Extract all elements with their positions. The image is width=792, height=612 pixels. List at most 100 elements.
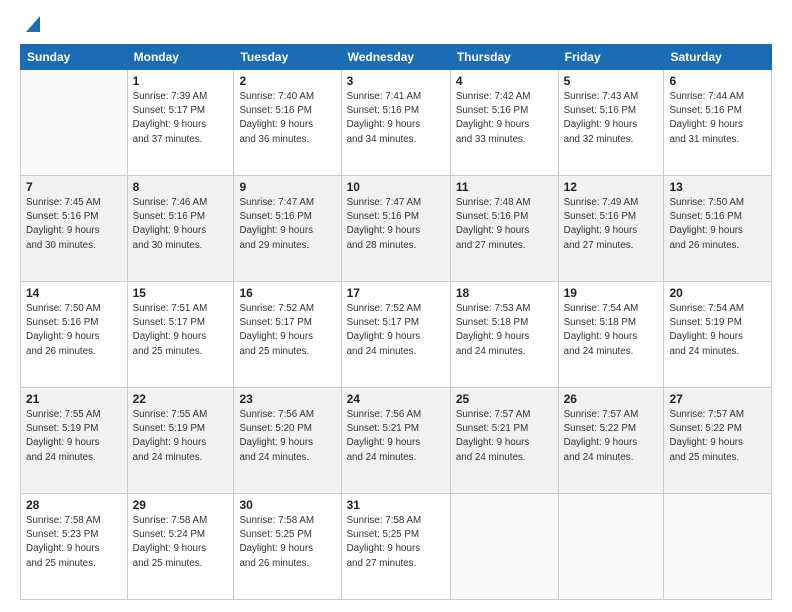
day-detail: Sunrise: 7:56 AMSunset: 5:20 PMDaylight:… xyxy=(239,408,335,465)
day-number: 13 xyxy=(669,180,766,194)
page: SundayMondayTuesdayWednesdayThursdayFrid… xyxy=(0,0,792,612)
week-row-2: 7 Sunrise: 7:45 AMSunset: 5:16 PMDaylight… xyxy=(21,176,772,282)
calendar-table: SundayMondayTuesdayWednesdayThursdayFrid… xyxy=(20,44,772,600)
calendar-cell: 15Sunrise: 7:51 AMSunset: 5:17 PMDayligh… xyxy=(127,282,234,388)
day-number: 10 xyxy=(347,180,445,194)
logo-triangle-icon xyxy=(22,16,40,34)
calendar-cell: 28 Sunrise: 7:58 AMSunset: 5:23 PMDayligh… xyxy=(21,494,128,600)
col-header-wednesday: Wednesday xyxy=(341,45,450,70)
day-detail: Sunrise: 7:57 AMSunset: 5:22 PMDaylight:… xyxy=(564,408,659,465)
day-number: 7 xyxy=(26,180,122,194)
day-detail: Sunrise: 7:55 AMSunset: 5:19 PMDaylight:… xyxy=(26,408,122,465)
day-detail: Sunrise: 7:47 AMSunset: 5:16 PMDaylight:… xyxy=(239,196,335,253)
day-number: 19 xyxy=(564,286,659,300)
day-number: 27 xyxy=(669,392,766,406)
calendar-header-row: SundayMondayTuesdayWednesdayThursdayFrid… xyxy=(21,45,772,70)
calendar-cell: 19 Sunrise: 7:54 AMSunset: 5:18 PMDayligh… xyxy=(558,282,664,388)
calendar-cell: 8Sunrise: 7:46 AMSunset: 5:16 PMDaylight… xyxy=(127,176,234,282)
day-detail: Sunrise: 7:52 AMSunset: 5:17 PMDaylight:… xyxy=(347,302,445,359)
col-header-sunday: Sunday xyxy=(21,45,128,70)
calendar-cell: 22Sunrise: 7:55 AMSunset: 5:19 PMDayligh… xyxy=(127,388,234,494)
calendar-cell: 6 Sunrise: 7:44 AMSunset: 5:16 PMDaylight… xyxy=(664,70,772,176)
day-detail: Sunrise: 7:49 AMSunset: 5:16 PMDaylight:… xyxy=(564,196,659,253)
calendar-cell xyxy=(664,494,772,600)
col-header-friday: Friday xyxy=(558,45,664,70)
day-detail: Sunrise: 7:50 AMSunset: 5:16 PMDaylight:… xyxy=(26,302,122,359)
calendar-cell: 21 Sunrise: 7:55 AMSunset: 5:19 PMDayligh… xyxy=(21,388,128,494)
calendar-cell: 20 Sunrise: 7:54 AMSunset: 5:19 PMDayligh… xyxy=(664,282,772,388)
calendar-cell: 29Sunrise: 7:58 AMSunset: 5:24 PMDayligh… xyxy=(127,494,234,600)
calendar-cell: 16 Sunrise: 7:52 AMSunset: 5:17 PMDayligh… xyxy=(234,282,341,388)
day-detail: Sunrise: 7:51 AMSunset: 5:17 PMDaylight:… xyxy=(133,302,229,359)
day-detail: Sunrise: 7:56 AMSunset: 5:21 PMDaylight:… xyxy=(347,408,445,465)
day-detail: Sunrise: 7:52 AMSunset: 5:17 PMDaylight:… xyxy=(239,302,335,359)
day-detail: Sunrise: 7:58 AMSunset: 5:25 PMDaylight:… xyxy=(239,514,335,571)
day-number: 20 xyxy=(669,286,766,300)
day-detail: Sunrise: 7:40 AMSunset: 5:16 PMDaylight:… xyxy=(239,90,335,147)
header xyxy=(20,18,772,34)
day-number: 4 xyxy=(456,74,553,88)
day-number: 9 xyxy=(239,180,335,194)
day-detail: Sunrise: 7:43 AMSunset: 5:16 PMDaylight:… xyxy=(564,90,659,147)
day-detail: Sunrise: 7:57 AMSunset: 5:22 PMDaylight:… xyxy=(669,408,766,465)
calendar-cell: 14 Sunrise: 7:50 AMSunset: 5:16 PMDayligh… xyxy=(21,282,128,388)
day-number: 24 xyxy=(347,392,445,406)
day-number: 23 xyxy=(239,392,335,406)
week-row-3: 14 Sunrise: 7:50 AMSunset: 5:16 PMDayligh… xyxy=(21,282,772,388)
day-number: 2 xyxy=(239,74,335,88)
week-row-4: 21 Sunrise: 7:55 AMSunset: 5:19 PMDayligh… xyxy=(21,388,772,494)
calendar-cell: 23 Sunrise: 7:56 AMSunset: 5:20 PMDayligh… xyxy=(234,388,341,494)
week-row-5: 28 Sunrise: 7:58 AMSunset: 5:23 PMDayligh… xyxy=(21,494,772,600)
col-header-tuesday: Tuesday xyxy=(234,45,341,70)
day-detail: Sunrise: 7:45 AMSunset: 5:16 PMDaylight:… xyxy=(26,196,122,253)
day-detail: Sunrise: 7:58 AMSunset: 5:23 PMDaylight:… xyxy=(26,514,122,571)
day-detail: Sunrise: 7:44 AMSunset: 5:16 PMDaylight:… xyxy=(669,90,766,147)
day-number: 21 xyxy=(26,392,122,406)
day-detail: Sunrise: 7:58 AMSunset: 5:25 PMDaylight:… xyxy=(347,514,445,571)
day-number: 3 xyxy=(347,74,445,88)
day-detail: Sunrise: 7:57 AMSunset: 5:21 PMDaylight:… xyxy=(456,408,553,465)
day-number: 25 xyxy=(456,392,553,406)
week-row-1: 1Sunrise: 7:39 AMSunset: 5:17 PMDaylight… xyxy=(21,70,772,176)
day-detail: Sunrise: 7:55 AMSunset: 5:19 PMDaylight:… xyxy=(133,408,229,465)
calendar-cell: 5 Sunrise: 7:43 AMSunset: 5:16 PMDaylight… xyxy=(558,70,664,176)
calendar-cell: 12Sunrise: 7:49 AMSunset: 5:16 PMDayligh… xyxy=(558,176,664,282)
calendar-cell: 30 Sunrise: 7:58 AMSunset: 5:25 PMDayligh… xyxy=(234,494,341,600)
day-number: 8 xyxy=(133,180,229,194)
day-detail: Sunrise: 7:42 AMSunset: 5:16 PMDaylight:… xyxy=(456,90,553,147)
day-detail: Sunrise: 7:39 AMSunset: 5:17 PMDaylight:… xyxy=(133,90,229,147)
day-detail: Sunrise: 7:53 AMSunset: 5:18 PMDaylight:… xyxy=(456,302,553,359)
day-number: 16 xyxy=(239,286,335,300)
calendar-cell: 31Sunrise: 7:58 AMSunset: 5:25 PMDayligh… xyxy=(341,494,450,600)
day-detail: Sunrise: 7:54 AMSunset: 5:19 PMDaylight:… xyxy=(669,302,766,359)
calendar-cell: 25 Sunrise: 7:57 AMSunset: 5:21 PMDayligh… xyxy=(450,388,558,494)
calendar-cell: 13 Sunrise: 7:50 AMSunset: 5:16 PMDayligh… xyxy=(664,176,772,282)
calendar-cell: 24 Sunrise: 7:56 AMSunset: 5:21 PMDayligh… xyxy=(341,388,450,494)
calendar-cell: 11 Sunrise: 7:48 AMSunset: 5:16 PMDayligh… xyxy=(450,176,558,282)
day-number: 11 xyxy=(456,180,553,194)
day-number: 5 xyxy=(564,74,659,88)
col-header-thursday: Thursday xyxy=(450,45,558,70)
calendar-cell xyxy=(21,70,128,176)
calendar-cell: 17 Sunrise: 7:52 AMSunset: 5:17 PMDayligh… xyxy=(341,282,450,388)
logo xyxy=(20,18,40,34)
day-detail: Sunrise: 7:47 AMSunset: 5:16 PMDaylight:… xyxy=(347,196,445,253)
day-number: 18 xyxy=(456,286,553,300)
calendar-cell xyxy=(450,494,558,600)
calendar-cell: 27 Sunrise: 7:57 AMSunset: 5:22 PMDayligh… xyxy=(664,388,772,494)
day-number: 30 xyxy=(239,498,335,512)
day-detail: Sunrise: 7:54 AMSunset: 5:18 PMDaylight:… xyxy=(564,302,659,359)
calendar-cell: 10 Sunrise: 7:47 AMSunset: 5:16 PMDayligh… xyxy=(341,176,450,282)
day-number: 6 xyxy=(669,74,766,88)
day-number: 17 xyxy=(347,286,445,300)
day-number: 14 xyxy=(26,286,122,300)
calendar-cell: 1Sunrise: 7:39 AMSunset: 5:17 PMDaylight… xyxy=(127,70,234,176)
day-number: 29 xyxy=(133,498,229,512)
col-header-saturday: Saturday xyxy=(664,45,772,70)
calendar-cell: 18 Sunrise: 7:53 AMSunset: 5:18 PMDayligh… xyxy=(450,282,558,388)
calendar-cell xyxy=(558,494,664,600)
day-number: 28 xyxy=(26,498,122,512)
day-detail: Sunrise: 7:50 AMSunset: 5:16 PMDaylight:… xyxy=(669,196,766,253)
calendar-cell: 4 Sunrise: 7:42 AMSunset: 5:16 PMDaylight… xyxy=(450,70,558,176)
day-detail: Sunrise: 7:48 AMSunset: 5:16 PMDaylight:… xyxy=(456,196,553,253)
